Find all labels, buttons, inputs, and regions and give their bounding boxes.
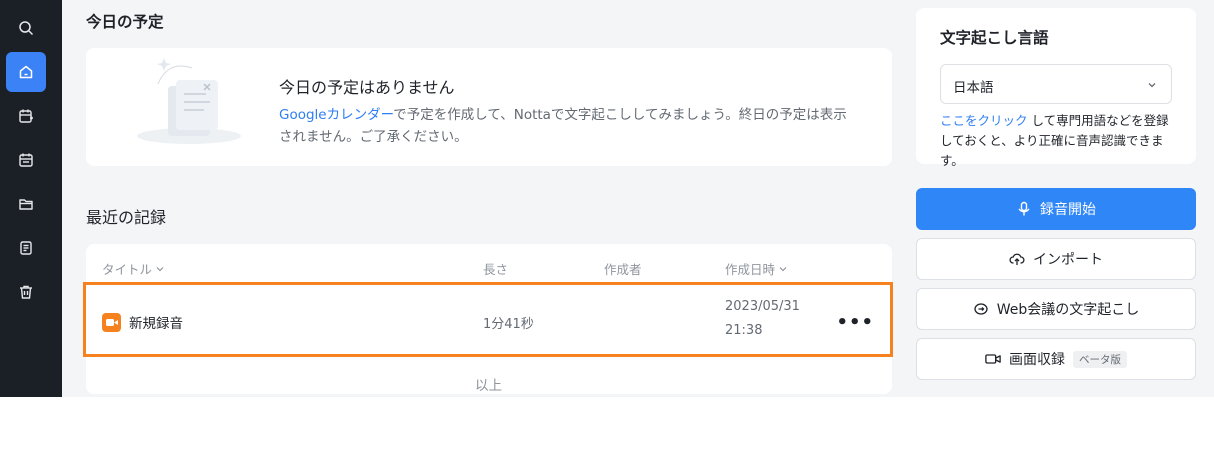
chevron-down-icon [156,266,164,271]
column-header-creator: 作成者 [604,262,642,277]
google-calendar-link[interactable]: Googleカレンダー [279,107,393,123]
custom-vocab-note: ここをクリック して専門用語などを登録しておくと、より正確に音声認識できます。 [940,111,1180,171]
nav-trash[interactable] [6,272,46,312]
record-title[interactable]: 新規録音 [129,312,183,332]
empty-schedule-title: 今日の予定はありません [279,78,455,97]
search-icon [19,21,34,36]
today-empty-card: 今日の予定はありません Googleカレンダーで予定を作成して、Nottaで文字… [86,48,892,166]
transcription-language-title: 文字起こし言語 [940,29,1049,47]
import-label: インポート [1033,252,1103,268]
nav-calendar[interactable] [6,140,46,180]
record-time: 21:38 [725,323,763,338]
document-icon [20,241,32,255]
folder-icon [19,199,33,210]
column-header-length: 長さ [483,262,509,277]
beta-badge: ベータ版 [1073,350,1127,368]
transcription-language-card: 文字起こし言語 日本語 ここをクリック して専門用語などを登録しておくと、より正… [916,8,1196,168]
more-options-icon[interactable]: ••• [836,312,874,333]
language-select-value: 日本語 [953,80,994,96]
microphone-icon [1018,201,1030,216]
column-header-title-label: タイトル [102,262,153,277]
record-date: 2023/05/31 [725,299,800,314]
screen-record-label: 画面収録 [1009,352,1065,368]
nav-search[interactable] [6,8,46,48]
record-length: 1分41秒 [483,317,534,332]
screen-record-button[interactable]: 画面収録 ベータ版 [916,338,1196,380]
recent-section-title: 最近の記録 [86,208,167,227]
empty-schedule-illustration [137,58,241,144]
column-header-created-label: 作成日時 [725,262,776,277]
recent-records-table: タイトル 長さ 作成者 作成日時 新規録音 1分41秒 2023/05/31 2… [83,244,893,394]
calendar-add-icon [19,109,33,123]
start-recording-label: 録音開始 [1040,202,1096,218]
table-row[interactable]: 新規録音 1分41秒 2023/05/31 21:38 ••• [83,282,893,357]
nav-home[interactable] [6,52,46,92]
end-of-list-label: 以上 [475,378,502,394]
web-meeting-transcribe-button[interactable]: Web会議の文字起こし [916,288,1196,330]
empty-schedule-description: Googleカレンダーで予定を作成して、Nottaで文字起こししてみましょう。終… [279,104,859,148]
nav-documents[interactable] [6,228,46,268]
column-header-created[interactable]: 作成日時 [725,259,787,278]
language-select[interactable]: 日本語 [940,64,1172,104]
home-icon [19,65,33,79]
column-header-title[interactable]: タイトル [102,259,164,278]
trash-icon [20,285,32,299]
meeting-link-icon [974,303,988,315]
today-section-title: 今日の予定 [86,13,164,31]
calendar-icon [19,153,33,167]
nav-schedule[interactable] [6,96,46,136]
start-recording-button[interactable]: 録音開始 [916,188,1196,230]
recording-video-icon [102,313,121,332]
import-button[interactable]: インポート [916,238,1196,280]
app-window: 今日の予定 今日の予定はありません Googleカレンダーで予定を作成して、No… [0,0,1214,397]
sidebar [0,0,62,397]
cloud-upload-icon [1009,253,1025,265]
web-meeting-label: Web会議の文字起こし [996,302,1140,318]
custom-vocab-link[interactable]: ここをクリック [940,113,1028,128]
chevron-down-icon [1148,83,1156,88]
chevron-down-icon [779,266,787,271]
nav-folders[interactable] [6,184,46,224]
video-camera-icon [985,354,1001,364]
